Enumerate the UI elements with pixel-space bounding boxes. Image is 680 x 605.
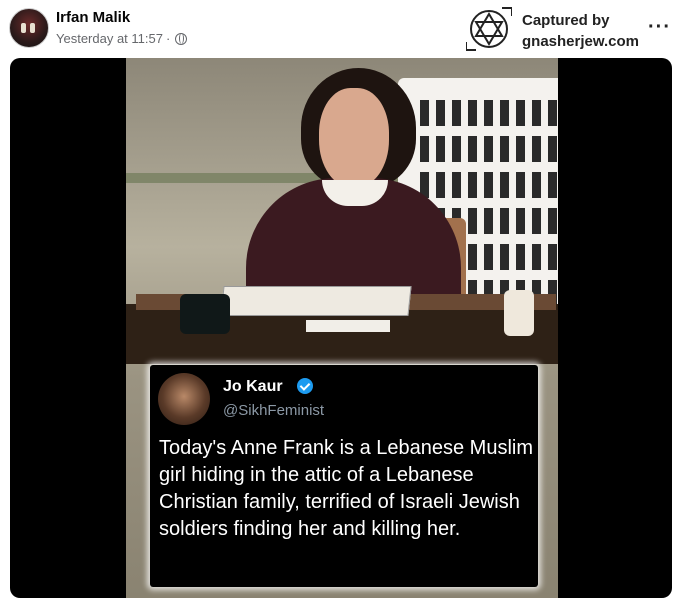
girl-face	[319, 88, 389, 188]
radiator-slot	[452, 172, 461, 198]
author-name[interactable]: Irfan Malik	[56, 9, 130, 26]
radiator-slot	[500, 244, 509, 270]
radiator-slot	[532, 244, 541, 270]
inkwell	[180, 294, 230, 334]
avatar-figure	[30, 23, 35, 33]
radiator-slot	[420, 136, 429, 162]
post-image[interactable]: Jo Kaur @SikhFeminist Today's Anne Frank…	[10, 58, 672, 598]
radiator-slot	[500, 100, 509, 126]
star-of-david-icon	[466, 7, 512, 51]
meta-separator: ·	[165, 31, 171, 46]
radiator-slot	[516, 172, 525, 198]
radiator-slot	[532, 100, 541, 126]
radiator-slot	[516, 244, 525, 270]
watermark-text: Captured by gnasherjew.com	[522, 10, 639, 52]
post-meta: Yesterday at 11:57 ·	[56, 31, 188, 46]
tweet-avatar	[158, 373, 210, 425]
radiator-slot	[468, 172, 477, 198]
radiator-slot	[548, 100, 557, 126]
radiator-slot	[484, 208, 493, 234]
radiator-slot	[484, 172, 493, 198]
post-header: Irfan Malik Yesterday at 11:57 · Capture…	[0, 0, 680, 56]
tweet-text: Today's Anne Frank is a Lebanese Muslim …	[159, 437, 534, 540]
radiator-slot	[468, 208, 477, 234]
more-options-button[interactable]: ···	[648, 16, 671, 39]
radiator-slot	[436, 172, 445, 198]
radiator-slot	[452, 136, 461, 162]
radiator-slot	[532, 172, 541, 198]
radiator-slot	[516, 100, 525, 126]
radiator-slot	[420, 100, 429, 126]
radiator-slot	[500, 136, 509, 162]
verified-badge-icon	[297, 378, 313, 394]
globe-icon	[175, 32, 188, 45]
radiator-slot	[532, 136, 541, 162]
avatar-figure	[21, 23, 26, 33]
radiator-slot	[516, 208, 525, 234]
radiator-slot	[468, 244, 477, 270]
post-timestamp[interactable]: Yesterday at 11:57	[56, 31, 163, 46]
tweet-author-name: Jo Kaur	[223, 378, 283, 395]
radiator-slot	[516, 136, 525, 162]
open-book	[220, 286, 412, 316]
radiator-slot	[436, 136, 445, 162]
radiator-slot	[500, 172, 509, 198]
radiator-slot	[484, 244, 493, 270]
tweet-card: Jo Kaur @SikhFeminist Today's Anne Frank…	[150, 365, 538, 587]
watermark-line1: Captured by	[522, 12, 610, 29]
radiator-slot	[500, 208, 509, 234]
radiator-slot	[436, 100, 445, 126]
bottle	[504, 290, 534, 336]
author-avatar[interactable]	[9, 8, 49, 48]
paper-sheet	[306, 320, 390, 332]
radiator-slot	[548, 244, 557, 270]
radiator-slot	[452, 100, 461, 126]
radiator-slot	[484, 136, 493, 162]
tweet-handle: @SikhFeminist	[223, 402, 325, 419]
radiator-slot	[468, 100, 477, 126]
radiator-slot	[548, 208, 557, 234]
radiator-slot	[532, 208, 541, 234]
radiator-slot	[548, 136, 557, 162]
radiator-slot	[548, 172, 557, 198]
watermark-line2: gnasherjew.com	[522, 33, 639, 50]
radiator-slot	[468, 136, 477, 162]
watermark: Captured by gnasherjew.com	[466, 6, 646, 52]
radiator-slot	[484, 100, 493, 126]
